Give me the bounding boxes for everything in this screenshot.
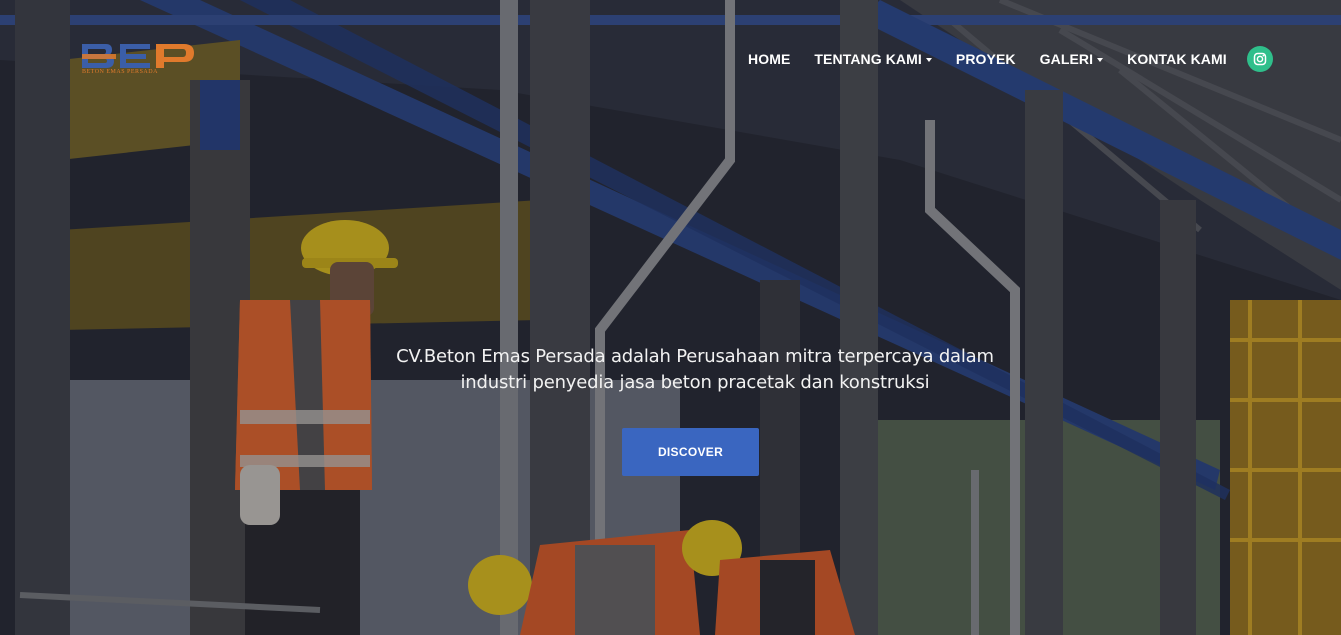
nav-item-proyek[interactable]: PROYEK: [956, 51, 1016, 67]
caret-down-icon: [925, 57, 932, 62]
nav-item-label: TENTANG KAMI: [814, 51, 922, 67]
nav-item-galeri[interactable]: GALERI: [1040, 51, 1104, 67]
instagram-icon: [1253, 52, 1266, 66]
discover-button[interactable]: DISCOVER: [622, 428, 759, 476]
brand-logo[interactable]: BETON EMAS PERSADA: [80, 40, 196, 80]
instagram-link[interactable]: [1246, 46, 1273, 72]
nav-item-label: PROYEK: [955, 51, 1016, 67]
nav-item-tentang-kami[interactable]: TENTANG KAMI: [814, 51, 932, 67]
nav-item-label: HOME: [748, 51, 791, 67]
main-nav: HOME TENTANG KAMI PROYEK GALERI KONTAK K…: [748, 46, 1273, 72]
caret-down-icon: [1097, 57, 1104, 62]
hero-tagline-line-2: industri penyedia jasa beton pracetak da…: [460, 372, 930, 393]
nav-item-label: GALERI: [1039, 51, 1094, 67]
brand-logo-subtitle: BETON EMAS PERSADA: [82, 69, 158, 75]
nav-item-home[interactable]: HOME: [748, 51, 790, 67]
hero-tagline: CV.Beton Emas Persada adalah Perusahaan …: [370, 344, 1020, 396]
nav-item-kontak-kami[interactable]: KONTAK KAMI: [1127, 51, 1227, 67]
hero-tagline-line-1: CV.Beton Emas Persada adalah Perusahaan …: [396, 346, 994, 367]
nav-item-label: KONTAK KAMI: [1127, 51, 1227, 67]
navbar: BETON EMAS PERSADA HOME TENTANG KAMI PRO…: [0, 0, 1341, 118]
brand-logo-mark: [82, 44, 194, 68]
